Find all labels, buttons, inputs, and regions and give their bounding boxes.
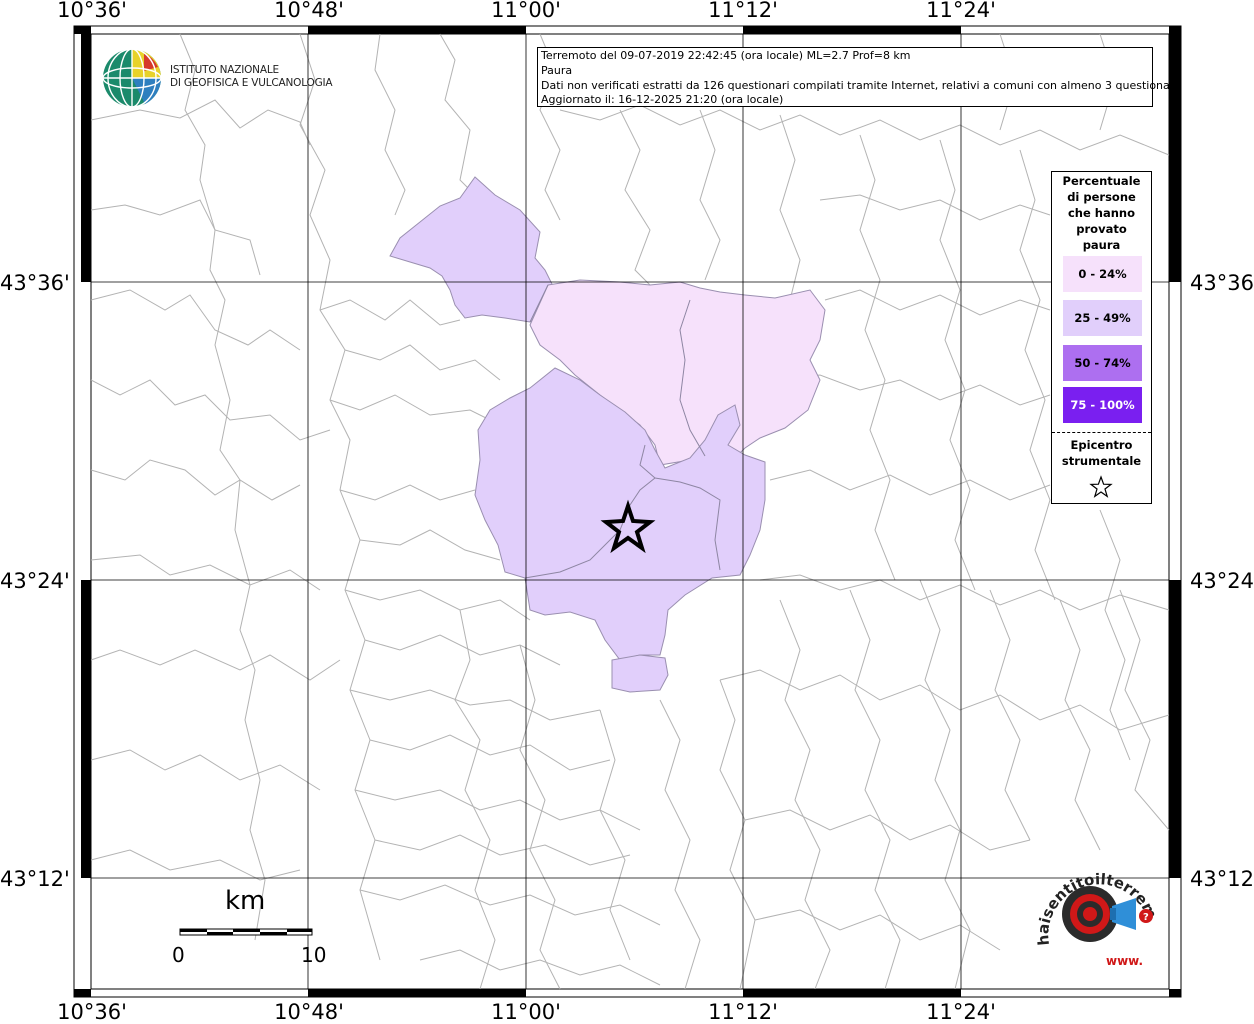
scale-bar bbox=[179, 928, 313, 936]
haisentito-logo: haisentitoilterremoto.it www. ? bbox=[1028, 862, 1161, 968]
scale-unit: km bbox=[225, 886, 266, 916]
lon-label: 11°00' bbox=[491, 0, 561, 22]
map-parameter: Paura bbox=[541, 63, 573, 77]
legend-class-2: 50 - 74% bbox=[1063, 345, 1142, 381]
legend-epicenter-line: Epicentro bbox=[1070, 438, 1133, 452]
legend-title-line: di persone bbox=[1067, 190, 1136, 204]
lat-label: 43°24' bbox=[0, 569, 70, 593]
legend-class-1: 25 - 49% bbox=[1063, 300, 1142, 336]
data-note: Dati non verificati estratti da 126 ques… bbox=[541, 78, 1181, 92]
felt-areas bbox=[389, 176, 826, 693]
lat-label: 43°36' bbox=[1190, 271, 1254, 295]
lon-label: 10°36' bbox=[57, 0, 127, 22]
legend-class-3: 75 - 100% bbox=[1063, 387, 1142, 423]
lon-label: 11°24' bbox=[926, 1000, 996, 1024]
badge-url: www. bbox=[1106, 954, 1143, 968]
lat-label: 43°12' bbox=[0, 867, 70, 891]
legend-title-line: Percentuale bbox=[1062, 174, 1141, 188]
lon-label: 11°12' bbox=[708, 0, 778, 22]
lon-label: 10°48' bbox=[274, 1000, 344, 1024]
lon-label: 11°00' bbox=[491, 1000, 561, 1024]
lat-label: 43°24' bbox=[1190, 569, 1254, 593]
scale-end-label: 10 bbox=[301, 943, 327, 967]
update-time: Aggiornato il: 16-12-2025 21:20 (ora loc… bbox=[541, 93, 784, 107]
scale-start-label: 0 bbox=[172, 943, 185, 967]
logo-line: DI GEOFISICA E VULCANOLOGIA bbox=[170, 77, 333, 89]
legend-class-0: 0 - 24% bbox=[1063, 256, 1142, 292]
legend-separator bbox=[1052, 432, 1151, 433]
lon-label: 10°48' bbox=[274, 0, 344, 22]
legend: Percentuale di persone che hanno provato… bbox=[1051, 171, 1152, 504]
legend-title-line: paura bbox=[1082, 238, 1121, 252]
legend-title-line: che hanno bbox=[1067, 206, 1136, 220]
event-summary: Terremoto del 09-07-2019 22:42:45 (ora l… bbox=[541, 49, 911, 62]
legend-epicenter-label: Epicentro strumentale bbox=[1052, 437, 1151, 469]
municipality-area bbox=[389, 176, 556, 323]
lon-label: 11°24' bbox=[926, 0, 996, 22]
logo-line: ISTITUTO NAZIONALE bbox=[170, 64, 279, 76]
lon-label: 11°12' bbox=[708, 1000, 778, 1024]
legend-title: Percentuale di persone che hanno provato… bbox=[1052, 173, 1151, 253]
svg-text:?: ? bbox=[1143, 912, 1149, 923]
lon-label: 10°36' bbox=[57, 1000, 127, 1024]
legend-epicenter-line: strumentale bbox=[1061, 454, 1142, 468]
epicenter-star-icon bbox=[1089, 475, 1113, 498]
lat-label: 43°12' bbox=[1190, 867, 1254, 891]
ingv-logo-text: ISTITUTO NAZIONALE DI GEOFISICA E VULCAN… bbox=[170, 64, 333, 90]
lat-label: 43°36' bbox=[0, 271, 70, 295]
event-info-box: Terremoto del 09-07-2019 22:42:45 (ora l… bbox=[537, 47, 1181, 107]
municipality-area bbox=[611, 654, 669, 693]
legend-title-line: provato bbox=[1076, 222, 1127, 236]
